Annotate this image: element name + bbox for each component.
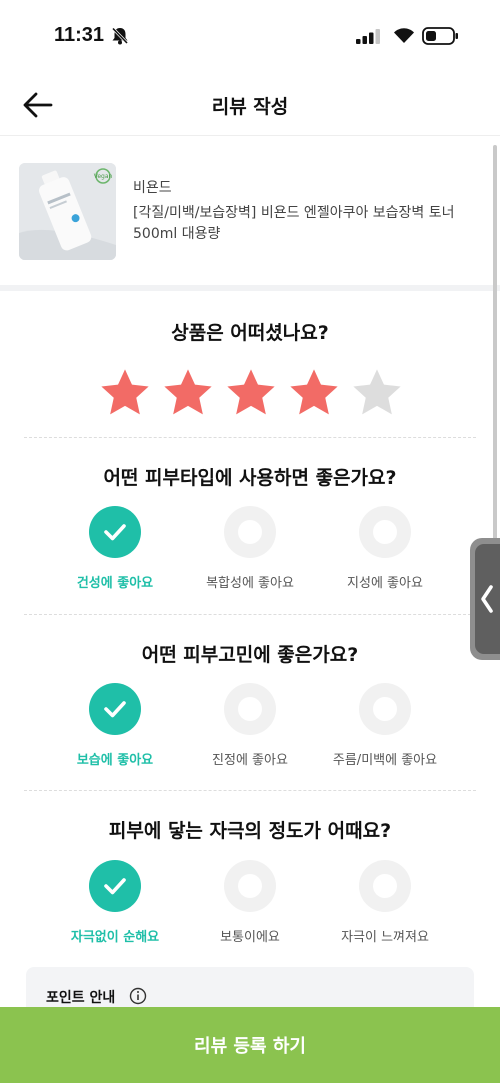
star-filled-icon[interactable] xyxy=(98,366,152,420)
option-wrinkle-whitening[interactable]: 주름/미백에 좋아요 xyxy=(310,683,460,768)
app-header: 리뷰 작성 xyxy=(0,72,500,136)
divider xyxy=(24,790,476,791)
rating-question: 상품은 어떠셨나요? xyxy=(171,322,329,344)
battery-icon xyxy=(422,27,458,45)
option-gentle[interactable]: 자극없이 순해요 xyxy=(40,860,190,945)
star-filled-icon[interactable] xyxy=(224,366,278,420)
option-normal[interactable]: 보통이에요 xyxy=(175,860,325,945)
radio-empty-icon xyxy=(359,683,411,735)
radio-empty-icon xyxy=(224,506,276,558)
option-oily-skin[interactable]: 지성에 좋아요 xyxy=(310,506,460,591)
option-label: 지성에 좋아요 xyxy=(347,576,423,591)
radio-empty-icon xyxy=(359,860,411,912)
check-circle-icon xyxy=(89,683,141,735)
radio-empty-icon xyxy=(359,506,411,558)
skin-type-question: 어떤 피부타입에 사용하면 좋은가요? xyxy=(103,467,397,489)
option-label: 자극이 느껴져요 xyxy=(341,930,429,945)
info-icon[interactable] xyxy=(129,987,147,1005)
radio-empty-icon xyxy=(224,860,276,912)
option-label: 진정에 좋아요 xyxy=(212,753,288,768)
star-filled-icon[interactable] xyxy=(287,366,341,420)
star-empty-icon[interactable] xyxy=(350,366,404,420)
irritation-question: 피부에 닿는 자극의 정도가 어때요? xyxy=(108,820,392,842)
option-label: 보습에 좋아요 xyxy=(76,753,154,768)
status-bar: 11:31 xyxy=(0,0,500,72)
option-irritating[interactable]: 자극이 느껴져요 xyxy=(310,860,460,945)
product-card: Vegan 비욘드 [각질/미백/보습장벽] 비욘드 엔젤아쿠아 보습장벽 토너… xyxy=(0,137,500,285)
product-brand: 비욘드 xyxy=(133,180,172,196)
product-image: Vegan xyxy=(19,163,116,260)
option-moisture[interactable]: 보습에 좋아요 xyxy=(40,683,190,768)
wifi-icon xyxy=(394,28,414,43)
chevron-left-icon xyxy=(481,585,493,613)
section-divider xyxy=(0,285,500,291)
divider xyxy=(24,614,476,615)
option-label: 보통이에요 xyxy=(220,930,280,945)
star-rating[interactable] xyxy=(98,366,404,420)
points-title: 포인트 안내 xyxy=(46,990,116,1006)
check-circle-icon xyxy=(89,506,141,558)
radio-empty-icon xyxy=(224,683,276,735)
divider xyxy=(24,437,476,438)
option-label: 자극없이 순해요 xyxy=(70,930,160,945)
option-dry-skin[interactable]: 건성에 좋아요 xyxy=(40,506,190,591)
bell-muted-icon xyxy=(111,27,129,45)
submit-review-button[interactable]: 리뷰 등록 하기 xyxy=(0,1007,500,1083)
option-soothing[interactable]: 진정에 좋아요 xyxy=(175,683,325,768)
option-label: 건성에 좋아요 xyxy=(76,576,154,591)
signal-icon xyxy=(356,29,380,44)
option-combination-skin[interactable]: 복합성에 좋아요 xyxy=(175,506,325,591)
option-label: 복합성에 좋아요 xyxy=(206,576,294,591)
skin-concern-question: 어떤 피부고민에 좋은가요? xyxy=(141,644,359,666)
star-filled-icon[interactable] xyxy=(161,366,215,420)
side-drawer-handle[interactable] xyxy=(470,538,500,660)
vegan-badge: Vegan xyxy=(94,173,113,180)
option-label: 주름/미백에 좋아요 xyxy=(332,753,438,768)
product-name: [각질/미백/보습장벽] 비욘드 엔젤아쿠아 보습장벽 토너 500ml 대용량 xyxy=(133,205,455,242)
page-title: 리뷰 작성 xyxy=(211,96,289,118)
status-time: 11:31 xyxy=(54,24,105,46)
check-circle-icon xyxy=(89,860,141,912)
